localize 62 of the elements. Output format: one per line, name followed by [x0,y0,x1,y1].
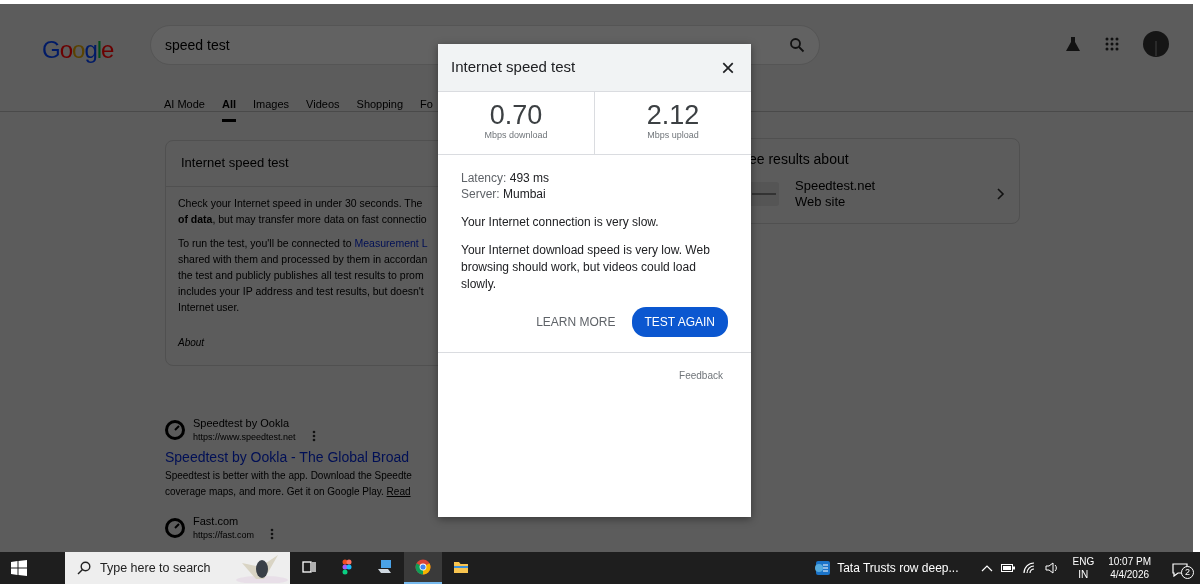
description-text: Check your Internet speed in under 30 seconds. The of data, but may transfer more data on fast connectio [178,195,427,227]
more-options-icon[interactable] [311,430,316,442]
chat-icon [1172,562,1188,577]
search-tab[interactable]: All [221,88,237,122]
search-icon [77,561,91,575]
task-view-icon[interactable] [301,559,317,575]
folder-icon[interactable] [453,559,469,575]
entity-name: Speedtest.net [795,178,876,194]
wifi-icon[interactable] [1022,562,1037,574]
speed-unit-label: Mbps upload [646,129,700,142]
result-snippet: Speedtest is better with the app. Download the Speedte coverage maps, and more. Get it on Google Play. Read [165,469,413,499]
site-name: Speedtest by Ookla [193,416,290,430]
result-title-link[interactable]: Speedtest by Ookla - The Global Broad [165,447,1193,468]
language-indicator[interactable]: ENG IN [1072,555,1095,581]
clock[interactable]: 10:07 PM 4/4/2026 [1108,555,1151,581]
read-more-link[interactable]: Read [386,486,411,497]
speed-unit-label: Mbps download [483,129,549,142]
detail-text: Server: Mumbai [461,186,547,202]
notification-count: 2 [1181,566,1194,579]
about-link[interactable]: About [178,334,205,350]
measurement-lab-link[interactable]: Measurement L [354,236,428,249]
windows-start-icon[interactable] [11,560,27,576]
search-tab[interactable]: Videos [306,88,340,122]
news-icon[interactable] [813,560,832,576]
learn-more-button[interactable]: LEARN MORE [536,308,616,336]
site-url: https://www.speedtest.net [193,431,296,444]
avatar-icon[interactable] [1143,31,1169,57]
flask-icon[interactable] [1065,36,1081,52]
taskbar-search-field[interactable]: Type here to search [65,552,290,584]
apps-grid-icon[interactable] [1105,37,1119,51]
search-icon[interactable] [789,37,805,53]
battery-icon[interactable] [1000,564,1015,572]
bird-illustration [234,553,290,583]
search-tab[interactable]: Images [253,88,290,122]
more-options-icon[interactable] [270,528,275,540]
site-url: https://fast.com [193,529,255,542]
news-headline[interactable]: Tata Trusts row deep... [837,559,959,577]
google-logo[interactable]: Google [42,32,132,68]
dialog-title: Internet speed test [451,57,576,78]
chevron-right-icon [997,188,1005,200]
search-tab[interactable]: Shopping [356,88,404,122]
gauge-icon [165,420,185,440]
search-tab[interactable]: AI Mode [164,88,205,122]
chevron-up-icon[interactable] [980,564,993,572]
speed-value: 0.70 [488,101,544,129]
result-entity[interactable]: Speedtest.net Web site [741,170,1019,210]
notification-button[interactable]: 2 [1172,557,1192,579]
chrome-icon[interactable] [415,559,431,575]
feedback-link[interactable]: Feedback [679,370,723,381]
status-text: Your Internet connection is very slow. [461,214,660,230]
search-tab[interactable]: Fo [420,88,433,122]
site-name: Fast.com [193,514,240,528]
speed-value: 2.12 [645,101,701,129]
explanation-text: Your Internet download speed is very low. Web browsing should work, but videos could load slowly. [461,242,711,293]
close-button[interactable]: × [721,55,735,80]
gauge-icon [165,518,185,538]
detail-text: Latency: 493 ms [461,170,551,186]
computer-icon[interactable] [377,559,393,575]
speaker-icon[interactable] [1044,562,1059,574]
entity-type: Web site [795,194,847,210]
test-again-button[interactable]: TEST AGAIN [631,307,728,337]
description-text: To run the test, you'll be connected to Measurement L shared with them and processed by them in accordan the test and publicly publishes all test results to prom includes your IP address and test results, but doesn't Internet user. [178,235,428,315]
